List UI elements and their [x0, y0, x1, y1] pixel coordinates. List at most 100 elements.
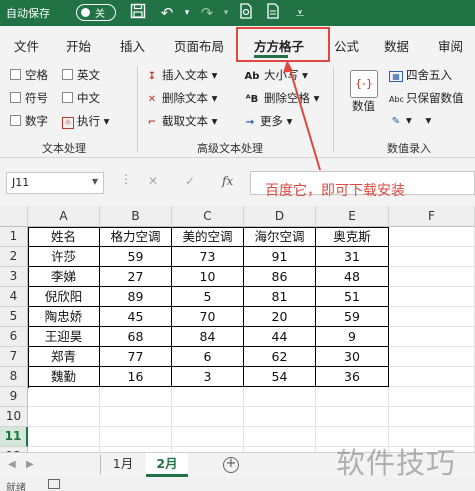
- table-cell[interactable]: 91: [244, 247, 316, 267]
- table-cell[interactable]: 奥克斯: [316, 227, 389, 247]
- table-cell[interactable]: 20: [244, 307, 316, 327]
- table-cell[interactable]: 海尔空调: [244, 227, 316, 247]
- keep-value-button[interactable]: Abc 只保留数值: [389, 90, 464, 106]
- table-cell[interactable]: 51: [316, 287, 389, 307]
- empty-cell[interactable]: [316, 387, 389, 407]
- empty-cell[interactable]: [172, 387, 244, 407]
- insert-function-icon[interactable]: fx: [222, 174, 233, 188]
- table-cell[interactable]: 许莎: [28, 247, 100, 267]
- spreadsheet-grid[interactable]: A B C D E F 1 姓名 格力空调 美的空调 海尔空调 奥克斯 2 许莎 59 73 91 31 3 李娣 27…: [0, 206, 475, 467]
- tab-data[interactable]: 数据: [384, 36, 409, 55]
- row-header[interactable]: 11: [0, 427, 28, 447]
- row-header[interactable]: 10: [0, 407, 28, 427]
- tab-file[interactable]: 文件: [14, 36, 39, 55]
- table-cell[interactable]: 美的空调: [172, 227, 244, 247]
- table-cell[interactable]: 倪欣阳: [28, 287, 100, 307]
- table-cell[interactable]: 70: [172, 307, 244, 327]
- undo-dropdown-icon[interactable]: ▾: [177, 3, 197, 23]
- table-cell[interactable]: 3: [172, 367, 244, 387]
- empty-cell[interactable]: [100, 427, 172, 447]
- empty-cell[interactable]: [172, 427, 244, 447]
- table-cell[interactable]: 81: [244, 287, 316, 307]
- checkbox-english[interactable]: 英文: [62, 67, 100, 83]
- checkbox-space[interactable]: 空格: [10, 67, 48, 83]
- case-button[interactable]: Ab 大小写 ▾: [243, 67, 308, 83]
- table-cell[interactable]: 31: [316, 247, 389, 267]
- row-header[interactable]: 2: [0, 247, 28, 267]
- next-sheet-icon[interactable]: ▶: [26, 459, 34, 470]
- edit-button[interactable]: ✎ ▾ ▾: [389, 113, 431, 127]
- table-cell[interactable]: 陶忠娇: [28, 307, 100, 327]
- tab-formulas[interactable]: 公式: [334, 36, 359, 55]
- empty-cell[interactable]: [316, 407, 389, 427]
- round-button[interactable]: ▦ 四舍五入: [389, 67, 452, 83]
- row-header[interactable]: 9: [0, 387, 28, 407]
- table-cell[interactable]: 62: [244, 347, 316, 367]
- table-cell[interactable]: 36: [316, 367, 389, 387]
- table-cell[interactable]: 27: [100, 267, 172, 287]
- table-cell[interactable]: 5: [172, 287, 244, 307]
- empty-cell[interactable]: [28, 427, 100, 447]
- table-cell[interactable]: 45: [100, 307, 172, 327]
- insert-text-button[interactable]: ↧ 插入文本 ▾: [145, 67, 218, 83]
- empty-cell[interactable]: [389, 347, 475, 367]
- prev-sheet-icon[interactable]: ◀: [8, 459, 16, 470]
- table-cell[interactable]: 77: [100, 347, 172, 367]
- empty-cell[interactable]: [389, 327, 475, 347]
- empty-cell[interactable]: [100, 407, 172, 427]
- table-cell[interactable]: 郑青: [28, 347, 100, 367]
- numeric-label[interactable]: 数值: [352, 98, 375, 114]
- save-icon[interactable]: [128, 3, 148, 23]
- checkbox-chinese[interactable]: 中文: [62, 90, 100, 106]
- column-header[interactable]: A: [28, 206, 100, 227]
- table-cell[interactable]: 10: [172, 267, 244, 287]
- row-header[interactable]: 7: [0, 347, 28, 367]
- empty-cell[interactable]: [389, 227, 475, 247]
- tab-review[interactable]: 审阅: [438, 36, 463, 55]
- column-header[interactable]: C: [172, 206, 244, 227]
- cancel-icon[interactable]: ✕: [148, 174, 158, 188]
- table-cell[interactable]: 9: [316, 327, 389, 347]
- confirm-icon[interactable]: ✓: [185, 174, 195, 188]
- table-cell[interactable]: 6: [172, 347, 244, 367]
- table-cell[interactable]: 30: [316, 347, 389, 367]
- empty-cell[interactable]: [28, 387, 100, 407]
- empty-cell[interactable]: [389, 267, 475, 287]
- empty-cell[interactable]: [172, 407, 244, 427]
- more-button[interactable]: → 更多 ▾: [243, 113, 293, 129]
- table-cell[interactable]: 59: [316, 307, 389, 327]
- name-box[interactable]: J11 ▼: [6, 172, 104, 194]
- sheet-tab-1[interactable]: 1月: [104, 453, 142, 477]
- autosave-toggle[interactable]: 关: [76, 4, 116, 21]
- row-header[interactable]: 4: [0, 287, 28, 307]
- table-cell[interactable]: 54: [244, 367, 316, 387]
- new-doc-icon[interactable]: [236, 3, 256, 23]
- column-header[interactable]: F: [389, 206, 475, 227]
- row-header[interactable]: 8: [0, 367, 28, 387]
- empty-cell[interactable]: [389, 287, 475, 307]
- empty-cell[interactable]: [100, 387, 172, 407]
- row-header[interactable]: 3: [0, 267, 28, 287]
- row-header[interactable]: 1: [0, 227, 28, 247]
- macro-record-icon[interactable]: [48, 479, 60, 489]
- empty-cell[interactable]: [389, 367, 475, 387]
- sheet-tab-2[interactable]: 2月: [146, 453, 188, 477]
- print-preview-icon[interactable]: [263, 3, 283, 23]
- table-cell[interactable]: 魏勤: [28, 367, 100, 387]
- numeric-icon[interactable]: {-}: [350, 70, 378, 98]
- column-header[interactable]: B: [100, 206, 172, 227]
- empty-cell[interactable]: [389, 247, 475, 267]
- table-cell[interactable]: 86: [244, 267, 316, 287]
- delete-space-button[interactable]: ᴬB 删除空格 ▾: [243, 90, 320, 106]
- column-header[interactable]: E: [316, 206, 389, 227]
- table-cell[interactable]: 68: [100, 327, 172, 347]
- table-cell[interactable]: 73: [172, 247, 244, 267]
- empty-cell[interactable]: [244, 387, 316, 407]
- table-cell[interactable]: 李娣: [28, 267, 100, 287]
- row-header[interactable]: 6: [0, 327, 28, 347]
- checkbox-number[interactable]: 数字: [10, 113, 48, 129]
- empty-cell[interactable]: [389, 407, 475, 427]
- tab-page-layout[interactable]: 页面布局: [174, 36, 224, 55]
- checkbox-symbol[interactable]: 符号: [10, 90, 48, 106]
- table-cell[interactable]: 姓名: [28, 227, 100, 247]
